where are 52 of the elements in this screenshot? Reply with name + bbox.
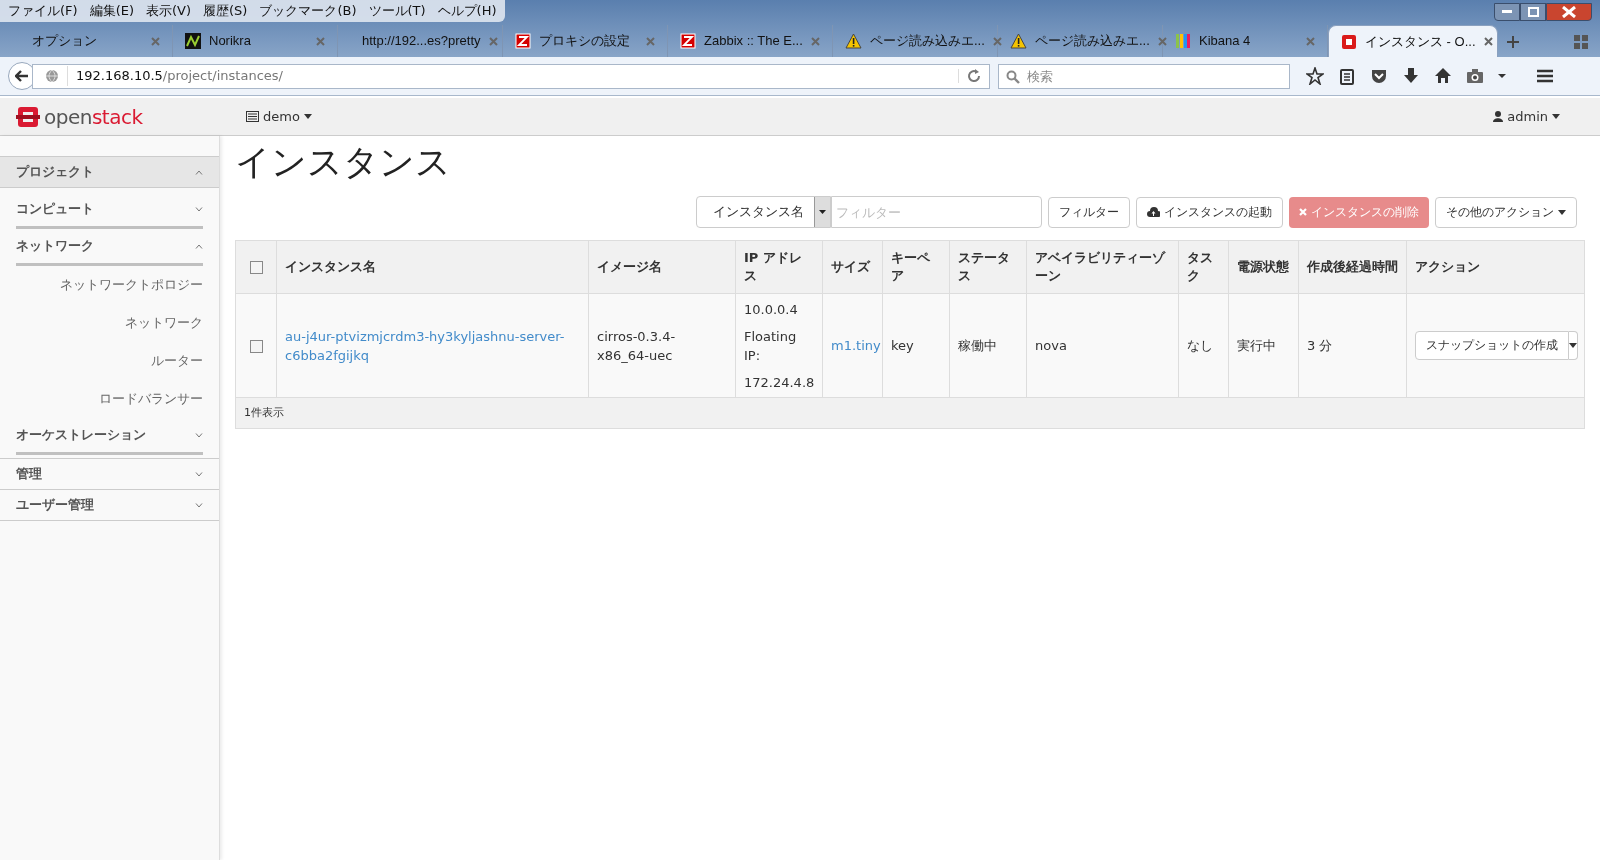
- column-header: 作成後経過時間: [1307, 259, 1398, 274]
- browser-tab[interactable]: インスタンス - O...: [1328, 25, 1498, 57]
- sidebar-link[interactable]: ネットワークトポロジー: [60, 266, 203, 304]
- menu-item[interactable]: ツール(T): [368, 1, 426, 21]
- menu-item[interactable]: ブックマーク(B): [259, 1, 357, 21]
- menu-item[interactable]: 履歴(S): [203, 1, 248, 21]
- launch-instance-button[interactable]: インスタンスの起動: [1136, 196, 1283, 228]
- page-title: インスタンス: [235, 141, 452, 183]
- openstack-logo[interactable]: openstack: [16, 101, 246, 132]
- sidebar-group-header[interactable]: オーケストレーション: [16, 418, 203, 455]
- table-cell: nova: [1035, 338, 1067, 353]
- table-cell-text: cirros-0.3.4-x86_64-uec: [597, 327, 677, 365]
- sidebar-group-header[interactable]: コンピュート: [16, 192, 203, 229]
- column-header: サイズ: [831, 259, 870, 274]
- sidebar-panel-header[interactable]: ユーザー管理: [0, 489, 219, 521]
- item-count: 1件表示: [244, 405, 284, 419]
- menu-item[interactable]: 表示(V): [146, 1, 192, 21]
- column-header: アベイラビリティーゾーン: [1035, 250, 1165, 283]
- table-cell: 稼働中: [958, 338, 997, 353]
- table-cell: 3 分: [1307, 338, 1333, 353]
- flavor-link[interactable]: m1.tiny: [831, 338, 881, 353]
- table-cell-text: 172.24.4.8: [744, 373, 814, 392]
- table-cell-text: 10.0.0.4: [744, 300, 799, 319]
- column-header: 電源状態: [1237, 259, 1289, 274]
- column-header: タスク: [1187, 250, 1213, 283]
- table-cell: 実行中: [1237, 338, 1276, 353]
- column-header: インスタンス名: [285, 259, 376, 274]
- filter-button[interactable]: フィルター: [1048, 196, 1130, 228]
- more-actions-button[interactable]: その他のアクション: [1435, 196, 1577, 228]
- project-dropdown[interactable]: demo: [246, 106, 312, 127]
- sidebar-link[interactable]: ネットワーク: [125, 304, 203, 342]
- user-dropdown[interactable]: admin: [1493, 106, 1560, 127]
- table-cell: なし: [1187, 338, 1213, 353]
- filter-select[interactable]: インスタンス名: [696, 196, 831, 228]
- column-header: ステータス: [958, 250, 1010, 283]
- address-field[interactable]: 192.168.10.5/project/instances/: [32, 63, 990, 89]
- column-header: アクション: [1415, 259, 1480, 274]
- menu-item[interactable]: ファイル(F): [8, 1, 78, 21]
- sidebar-group-header[interactable]: ネットワーク: [16, 229, 203, 266]
- sidebar-link[interactable]: ロードバランサー: [99, 380, 203, 418]
- menu-item[interactable]: ヘルプ(H): [437, 1, 497, 21]
- table-cell-text: Floating IP:: [744, 327, 798, 365]
- column-header: IP アドレス: [744, 250, 802, 283]
- column-header: イメージ名: [597, 259, 662, 274]
- sidebar-panel-header[interactable]: 管理: [0, 458, 219, 490]
- sidebar-panel-header[interactable]: プロジェクト: [0, 156, 219, 188]
- sidebar-link[interactable]: ルーター: [151, 342, 203, 380]
- search-field[interactable]: 検索: [998, 63, 1290, 89]
- column-header: キーペア: [891, 250, 930, 283]
- table-cell: key: [891, 338, 914, 353]
- menu-item[interactable]: 編集(E): [89, 1, 134, 21]
- create-snapshot-button[interactable]: スナップショットの作成: [1415, 331, 1569, 360]
